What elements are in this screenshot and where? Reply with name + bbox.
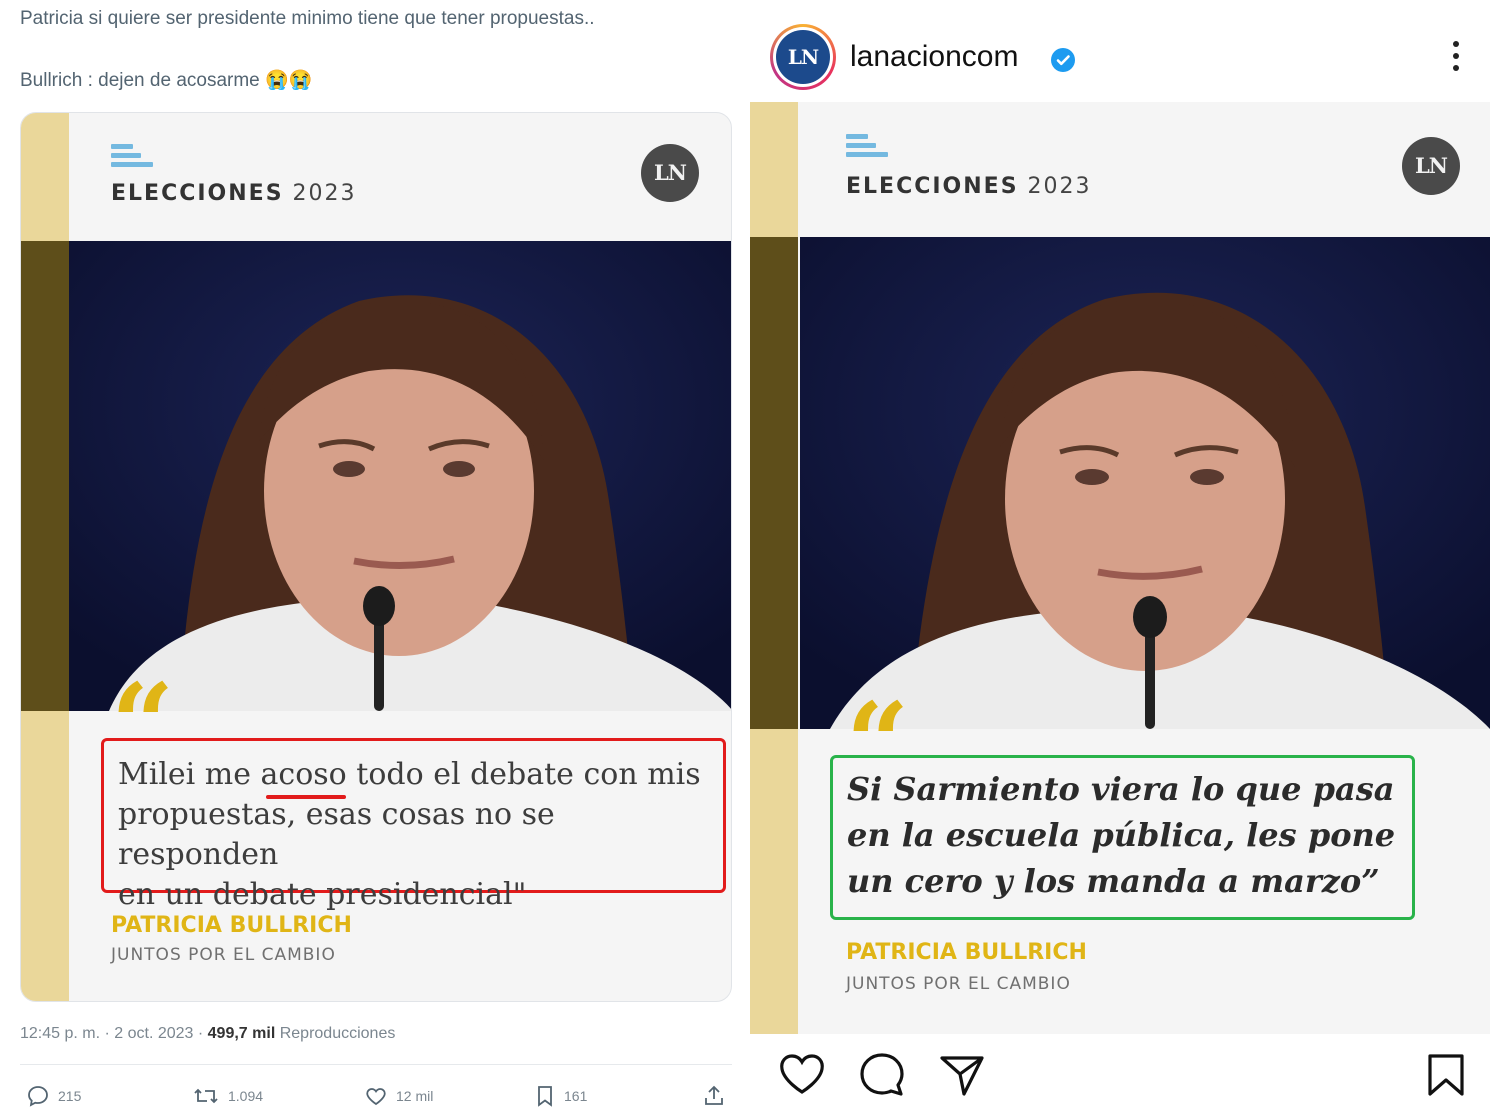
tweet-meta: 12:45 p. m. · 2 oct. 2023 · 499,7 mil Re… bbox=[20, 1025, 396, 1042]
profile-avatar[interactable]: LN bbox=[770, 24, 836, 90]
like-heart-icon[interactable] bbox=[778, 1052, 826, 1098]
highlighted-quote-box: Milei me acoso todo el debate con mis pr… bbox=[101, 738, 726, 912]
elecciones-flag-icon bbox=[846, 134, 888, 161]
bookmark-count: 161 bbox=[564, 1088, 588, 1104]
more-options-icon[interactable] bbox=[1450, 38, 1462, 74]
ln-logo-badge: LN bbox=[1402, 137, 1460, 195]
speaker-photo bbox=[69, 241, 731, 711]
speaker-photo bbox=[800, 237, 1490, 729]
person-name: PATRICIA BULLRICH bbox=[846, 940, 1087, 965]
heart-icon bbox=[366, 1088, 386, 1106]
section-label: ELECCIONES 2023 bbox=[846, 174, 1092, 199]
verified-badge-icon bbox=[1051, 48, 1075, 72]
highlighted-quote-box: Si Sarmiento viera lo que pasa en la esc… bbox=[830, 755, 1415, 920]
reply-count: 215 bbox=[58, 1088, 82, 1104]
repost-icon bbox=[194, 1088, 218, 1104]
card-side-strip-bottom bbox=[750, 729, 798, 1034]
reply-button[interactable]: 215 bbox=[26, 1084, 81, 1108]
ln-logo-badge: LN bbox=[641, 144, 699, 202]
underline-highlight bbox=[266, 795, 346, 799]
tweet-text-line-2: Bullrich : dejen de acosarme 😭😭 bbox=[20, 70, 313, 91]
share-send-icon[interactable] bbox=[938, 1052, 986, 1098]
elecciones-flag-icon bbox=[111, 144, 153, 171]
party-name: JUNTOS POR EL CAMBIO bbox=[111, 945, 336, 965]
card-side-strip bbox=[21, 113, 69, 241]
save-bookmark-icon[interactable] bbox=[1424, 1052, 1468, 1098]
tweet-text-line-1: Patricia si quiere ser presidente minimo… bbox=[20, 8, 595, 29]
quote-text: Milei me acoso todo el debate con mis pr… bbox=[118, 757, 701, 912]
repost-count: 1.094 bbox=[228, 1088, 264, 1104]
profile-username[interactable]: lanacioncom bbox=[850, 40, 1018, 74]
share-button[interactable] bbox=[702, 1084, 726, 1108]
instagram-post-image[interactable]: ELECCIONES 2023 LN “ Si Sarmiento viera bbox=[750, 102, 1490, 1034]
repost-button[interactable]: 1.094 bbox=[192, 1084, 263, 1108]
quote-text: Si Sarmiento viera lo que pasa en la esc… bbox=[847, 770, 1396, 900]
bookmark-icon bbox=[538, 1086, 552, 1107]
comment-icon[interactable] bbox=[858, 1052, 906, 1098]
card-side-strip-dark bbox=[21, 241, 69, 711]
person-name: PATRICIA BULLRICH bbox=[111, 913, 352, 938]
bookmark-button[interactable]: 161 bbox=[534, 1084, 587, 1108]
card-side-strip-bottom bbox=[21, 711, 69, 1001]
card-side-strip-dark bbox=[750, 237, 798, 729]
party-name: JUNTOS POR EL CAMBIO bbox=[846, 974, 1071, 994]
section-label: ELECCIONES 2023 bbox=[111, 181, 357, 206]
tweet-media-card[interactable]: ELECCIONES 2023 LN “ Milei me acoso todo bbox=[20, 112, 732, 1002]
card-side-strip bbox=[750, 102, 798, 237]
share-icon bbox=[705, 1085, 723, 1105]
divider bbox=[20, 1064, 732, 1065]
like-count: 12 mil bbox=[396, 1088, 434, 1104]
reply-icon bbox=[28, 1086, 48, 1107]
like-button[interactable]: 12 mil bbox=[364, 1084, 433, 1108]
